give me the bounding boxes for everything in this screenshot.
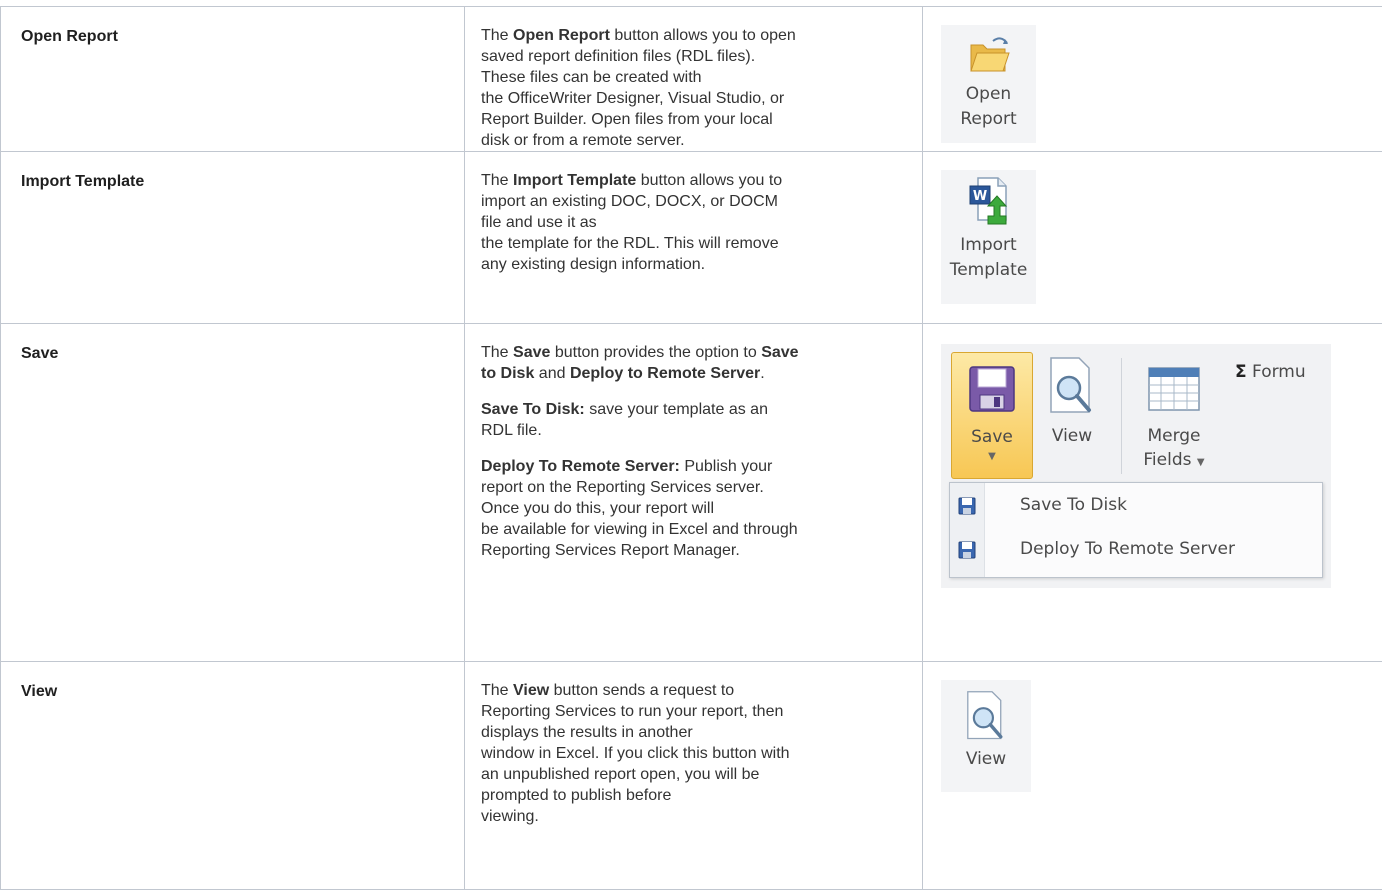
menu-item-deploy-to-remote-server[interactable]: Deploy To Remote Server bbox=[950, 529, 1322, 573]
feature-cell: View bbox=[1, 662, 465, 890]
description-cell: The Import Template button allows you to… bbox=[465, 152, 923, 324]
merge-fields-button[interactable]: Merge Fields ▼ bbox=[1129, 352, 1219, 477]
import-template-button[interactable]: W Import Template bbox=[941, 170, 1036, 304]
button-label-line2: Template bbox=[941, 258, 1036, 283]
screenshot-cell: W Import Template bbox=[923, 152, 1382, 324]
description-cell: The Save button provides the option to S… bbox=[465, 324, 923, 662]
svg-text:W: W bbox=[972, 189, 986, 204]
magnifier-doc-icon bbox=[1047, 356, 1097, 416]
save-button[interactable]: Save ▼ bbox=[951, 352, 1033, 479]
ribbon-screenshot: Save ▼ View bbox=[941, 344, 1331, 588]
merge-label-line2-wrap: Fields ▼ bbox=[1129, 450, 1219, 470]
ribbon-separator bbox=[1121, 358, 1122, 474]
view-button[interactable]: View bbox=[941, 680, 1031, 792]
feature-name: Open Report bbox=[1, 7, 464, 47]
feature-description: The Save button provides the option to S… bbox=[465, 324, 922, 561]
save-dropdown-menu: Save To Disk Deploy To Remote Server bbox=[949, 482, 1323, 578]
screenshot-cell: Save ▼ View bbox=[923, 324, 1382, 662]
feature-description: The Import Template button allows you to… bbox=[465, 152, 922, 275]
feature-table: Open Report The Open Report button allow… bbox=[0, 6, 1382, 890]
table-row: Open Report The Open Report button allow… bbox=[1, 7, 1382, 152]
chevron-down-icon: ▼ bbox=[1197, 457, 1205, 468]
magnifier-doc-icon bbox=[964, 690, 1008, 742]
floppy-disk-icon bbox=[968, 365, 1016, 413]
menu-item-save-to-disk[interactable]: Save To Disk bbox=[950, 485, 1322, 529]
formula-button[interactable]: Σ Formu bbox=[1235, 362, 1306, 382]
table-grid-icon bbox=[1147, 366, 1201, 412]
feature-description: The Open Report button allows you to ope… bbox=[465, 7, 922, 151]
feature-cell: Save bbox=[1, 324, 465, 662]
menu-item-label: Deploy To Remote Server bbox=[1020, 539, 1235, 559]
feature-cell: Open Report bbox=[1, 7, 465, 152]
feature-name: View bbox=[1, 662, 464, 702]
merge-label-line1: Merge bbox=[1129, 426, 1219, 446]
table-row: Import Template The Import Template butt… bbox=[1, 152, 1382, 324]
sigma-icon: Σ bbox=[1235, 362, 1247, 382]
screenshot-cell: Open Report bbox=[923, 7, 1382, 152]
button-label-line2: Report bbox=[941, 107, 1036, 132]
screenshot-cell: View bbox=[923, 662, 1382, 890]
button-label-line1: Open bbox=[941, 82, 1036, 107]
floppy-disk-icon bbox=[958, 497, 976, 515]
description-cell: The Open Report button allows you to ope… bbox=[465, 7, 923, 152]
open-report-button[interactable]: Open Report bbox=[941, 25, 1036, 143]
word-import-icon: W bbox=[966, 176, 1012, 228]
table-row: Save The Save button provides the option… bbox=[1, 324, 1382, 662]
button-label: View bbox=[941, 747, 1031, 772]
merge-label-line2: Fields bbox=[1143, 450, 1191, 470]
folder-open-icon bbox=[967, 33, 1011, 77]
table-row: View The View button sends a request toR… bbox=[1, 662, 1382, 890]
view-button[interactable]: View bbox=[1037, 352, 1107, 477]
floppy-disk-icon bbox=[958, 541, 976, 559]
menu-item-label: Save To Disk bbox=[1020, 495, 1127, 515]
formula-label: Formu bbox=[1252, 362, 1306, 382]
feature-name: Import Template bbox=[1, 152, 464, 192]
save-button-label: Save bbox=[952, 427, 1032, 447]
chevron-down-icon: ▼ bbox=[952, 451, 1032, 462]
view-button-label: View bbox=[1037, 426, 1107, 446]
feature-description: The View button sends a request toReport… bbox=[465, 662, 922, 827]
feature-name: Save bbox=[1, 324, 464, 364]
description-cell: The View button sends a request toReport… bbox=[465, 662, 923, 890]
button-label-line1: Import bbox=[941, 233, 1036, 258]
feature-cell: Import Template bbox=[1, 152, 465, 324]
